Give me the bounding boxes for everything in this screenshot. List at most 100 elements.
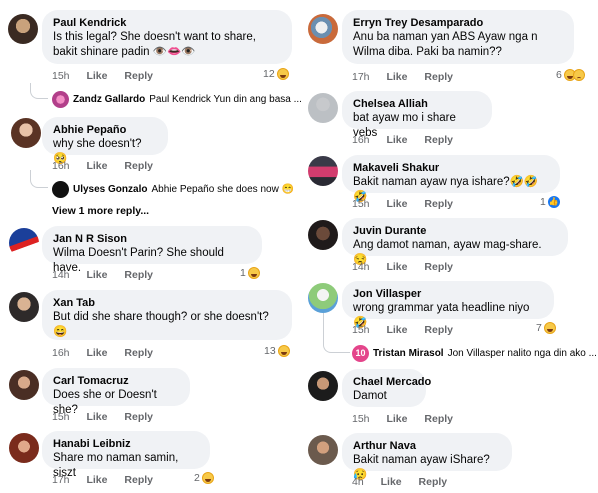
comment-bubble: Jon Villasper wrong grammar yata headlin… <box>342 281 554 329</box>
reply-preview[interactable]: Ulyses Gonzalo Abhie Pepaño she does now… <box>52 181 294 198</box>
reply-button[interactable]: Reply <box>124 70 153 82</box>
timestamp[interactable]: 14h <box>352 261 370 273</box>
avatar[interactable] <box>9 433 39 463</box>
avatar[interactable] <box>308 156 338 186</box>
comment-bubble: Arthur Nava Bakit naman ayaw iShare? 😥 <box>342 433 512 481</box>
avatar[interactable] <box>11 118 41 148</box>
avatar[interactable] <box>308 220 338 250</box>
comment-actions: 15h Like Reply <box>352 198 467 210</box>
author-name[interactable]: Erryn Trey Desamparado <box>353 16 563 30</box>
reaction-number: 13 <box>264 345 276 357</box>
reply-button[interactable]: Reply <box>424 198 453 210</box>
reaction-count[interactable]: 6 <box>556 69 585 81</box>
author-name[interactable]: Abhie Pepaño <box>53 123 157 137</box>
reply-preview[interactable]: Zandz Gallardo Paul Kendrick Yun din ang… <box>52 91 302 108</box>
avatar[interactable] <box>9 292 39 322</box>
author-name[interactable]: Paul Kendrick <box>53 16 281 30</box>
like-button[interactable]: Like <box>86 70 107 82</box>
timestamp[interactable]: 15h <box>52 70 70 82</box>
reaction-count[interactable]: 2 <box>194 472 214 484</box>
author-name[interactable]: Carl Tomacruz <box>53 374 179 388</box>
comment-actions: 16h Like Reply <box>352 134 467 146</box>
author-name[interactable]: Makaveli Shakur <box>353 161 549 175</box>
author-name[interactable]: Chelsea Alliah <box>353 97 481 111</box>
reply-button[interactable]: Reply <box>124 160 153 172</box>
author-name[interactable]: Hanabi Leibniz <box>53 437 199 451</box>
thread-connector <box>30 83 48 99</box>
like-button[interactable]: Like <box>386 324 407 336</box>
reply-button[interactable]: Reply <box>124 269 153 281</box>
avatar[interactable] <box>308 435 338 465</box>
like-button[interactable]: Like <box>386 261 407 273</box>
reply-button[interactable]: Reply <box>124 347 153 359</box>
author-name[interactable]: Juvin Durante <box>353 224 557 238</box>
like-button[interactable]: Like <box>86 269 107 281</box>
comment-actions: 16h Like Reply <box>52 160 167 172</box>
timestamp[interactable]: 15h <box>352 324 370 336</box>
comment-bubble: Chelsea Alliah bat ayaw mo i share vebs <box>342 91 492 139</box>
reply-button[interactable]: Reply <box>424 71 453 83</box>
avatar <box>52 91 69 108</box>
avatar[interactable] <box>9 370 39 400</box>
reply-button[interactable]: Reply <box>424 134 453 146</box>
timestamp[interactable]: 17h <box>52 474 70 486</box>
haha-reaction-icon <box>276 68 289 80</box>
like-button[interactable]: Like <box>86 474 107 486</box>
author-name[interactable]: Jon Villasper <box>353 287 543 301</box>
reaction-number: 7 <box>536 322 542 334</box>
comment-bubble: Carl Tomacruz Does she or Doesn't she? <box>42 368 190 416</box>
like-button[interactable]: Like <box>381 476 402 488</box>
reaction-count[interactable]: 1 <box>240 267 260 279</box>
avatar[interactable] <box>308 371 338 401</box>
like-button[interactable]: Like <box>386 413 407 425</box>
timestamp[interactable]: 17h <box>352 71 370 83</box>
like-button[interactable]: Like <box>386 198 407 210</box>
reply-text: Paul Kendrick Yun din ang basa ... <box>149 94 302 105</box>
like-button[interactable]: Like <box>86 160 107 172</box>
comment-actions: 16h Like Reply <box>52 347 167 359</box>
reaction-count[interactable]: 12 <box>263 68 289 80</box>
timestamp[interactable]: 16h <box>52 347 70 359</box>
reply-button[interactable]: Reply <box>124 474 153 486</box>
comment-bubble: Erryn Trey Desamparado Anu ba naman yan … <box>342 10 574 64</box>
reply-button[interactable]: Reply <box>124 411 153 423</box>
author-name[interactable]: Jan N R Sison <box>53 232 251 246</box>
reply-button[interactable]: Reply <box>424 261 453 273</box>
avatar <box>52 181 69 198</box>
reaction-count[interactable]: 7 <box>536 322 556 334</box>
timestamp[interactable]: 15h <box>352 198 370 210</box>
avatar[interactable] <box>9 228 39 258</box>
like-button[interactable]: Like <box>386 134 407 146</box>
comment-bubble: Paul Kendrick Is this legal? She doesn't… <box>42 10 292 64</box>
timestamp[interactable]: 15h <box>352 413 370 425</box>
timestamp[interactable]: 4h <box>352 476 364 488</box>
reaction-number: 6 <box>556 69 562 81</box>
timestamp[interactable]: 16h <box>52 160 70 172</box>
reply-button[interactable]: Reply <box>424 324 453 336</box>
reply-author-name: Ulyses Gonzalo <box>73 184 148 195</box>
reaction-count[interactable]: 13 <box>264 345 290 357</box>
like-button[interactable]: Like <box>386 71 407 83</box>
reaction-count[interactable]: 1 👍 <box>540 196 560 208</box>
comment-text: But did she share though? or she doesn't… <box>53 311 269 338</box>
timestamp[interactable]: 15h <box>52 411 70 423</box>
haha-reaction-icon <box>201 472 214 484</box>
reply-preview[interactable]: 10 Tristan Mirasol Jon Villasper nalito … <box>352 345 597 362</box>
like-reaction-icon: 👍 <box>547 196 560 208</box>
view-more-replies-link[interactable]: View 1 more reply... <box>52 205 149 217</box>
reply-button[interactable]: Reply <box>424 413 453 425</box>
avatar[interactable] <box>8 14 38 44</box>
avatar[interactable] <box>308 283 338 313</box>
like-button[interactable]: Like <box>86 347 107 359</box>
author-name[interactable]: Chael Mercado <box>353 375 431 389</box>
author-name[interactable]: Xan Tab <box>53 296 281 310</box>
timestamp[interactable]: 16h <box>352 134 370 146</box>
comment-text: Anu ba naman yan ABS Ayaw nga n Wilma di… <box>353 31 538 58</box>
reaction-number: 2 <box>194 472 200 484</box>
avatar[interactable] <box>308 14 338 44</box>
avatar[interactable] <box>308 93 338 123</box>
author-name[interactable]: Arthur Nava <box>353 439 501 453</box>
like-button[interactable]: Like <box>86 411 107 423</box>
reply-button[interactable]: Reply <box>419 476 448 488</box>
timestamp[interactable]: 14h <box>52 269 70 281</box>
